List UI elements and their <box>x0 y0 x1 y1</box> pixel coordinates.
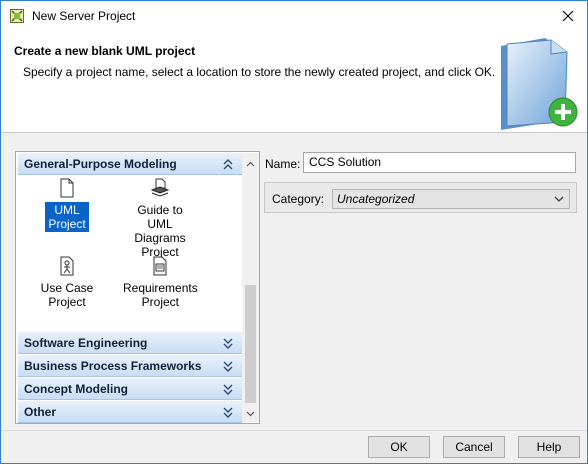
group-general-purpose-modeling[interactable]: General-Purpose Modeling <box>18 153 242 175</box>
project-template-list: General-Purpose Modeling UML Project Gui… <box>15 151 260 424</box>
layers-icon <box>151 178 169 197</box>
footer-divider <box>1 430 587 431</box>
expand-chevron-icon[interactable] <box>222 405 234 419</box>
category-value: Uncategorized <box>337 192 415 206</box>
document-icon <box>60 178 74 198</box>
group-business-process-frameworks[interactable]: Business Process Frameworks <box>18 355 242 377</box>
help-button[interactable]: Help <box>518 436 580 458</box>
new-project-banner-icon <box>501 38 578 130</box>
group-software-engineering[interactable]: Software Engineering <box>18 332 242 354</box>
tile-uml-project[interactable]: UML Project <box>32 178 102 232</box>
tile-requirements-project[interactable]: Requirements Project <box>120 256 200 310</box>
scroll-thumb[interactable] <box>245 285 256 403</box>
window-title: New Server Project <box>32 9 136 23</box>
tile-label: Requirements Project <box>123 281 198 309</box>
chevron-down-icon <box>554 196 564 202</box>
group-other[interactable]: Other <box>18 401 242 423</box>
tile-guide-uml-diagrams[interactable]: Guide to UML Diagrams Project <box>120 178 200 260</box>
requirements-icon <box>153 256 167 276</box>
close-icon <box>562 10 574 22</box>
use-case-icon <box>60 256 74 276</box>
category-label: Category: <box>272 192 325 206</box>
tile-label: Use Case Project <box>40 281 94 309</box>
scroll-up-icon[interactable] <box>245 159 256 170</box>
title-bar[interactable]: New Server Project <box>1 1 587 32</box>
tile-label: Guide to UML Diagrams Project <box>134 203 186 259</box>
dialog-header: Create a new blank UML project Specify a… <box>1 32 587 133</box>
group-label: Concept Modeling <box>24 381 128 396</box>
expand-chevron-icon[interactable] <box>222 359 234 373</box>
group-label: General-Purpose Modeling <box>24 156 177 171</box>
collapse-chevron-icon[interactable] <box>222 157 234 171</box>
tile-label: UML Project <box>45 202 89 232</box>
cancel-button[interactable]: Cancel <box>443 436 505 458</box>
close-button[interactable] <box>559 7 577 25</box>
app-icon <box>10 9 24 23</box>
group-label: Software Engineering <box>24 335 148 350</box>
name-field[interactable]: CCS Solution <box>303 152 576 173</box>
vertical-scrollbar[interactable] <box>242 153 259 422</box>
header-title: Create a new blank UML project <box>14 44 196 58</box>
scroll-down-icon[interactable] <box>245 408 256 419</box>
group-label: Other <box>24 404 57 419</box>
tile-use-case-project[interactable]: Use Case Project <box>32 256 102 310</box>
group-general-purpose-body: UML Project Guide to UML Diagrams Project <box>18 176 242 330</box>
dialog-window: New Server Project Create a new blank UM… <box>0 0 588 464</box>
expand-chevron-icon[interactable] <box>222 382 234 396</box>
name-label: Name: <box>265 157 301 171</box>
group-label: Business Process Frameworks <box>24 358 202 373</box>
group-concept-modeling[interactable]: Concept Modeling <box>18 378 242 400</box>
header-description: Specify a project name, select a locatio… <box>23 65 496 79</box>
category-panel: Category: Uncategorized <box>264 182 577 213</box>
expand-chevron-icon[interactable] <box>222 336 234 350</box>
ok-button[interactable]: OK <box>368 436 430 458</box>
category-dropdown[interactable]: Uncategorized <box>332 189 570 209</box>
